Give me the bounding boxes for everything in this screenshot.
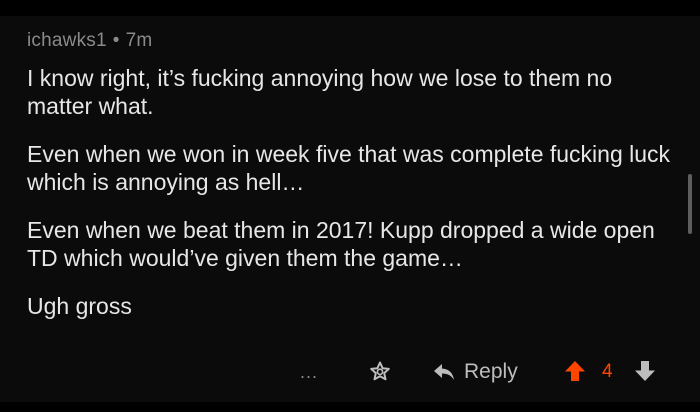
more-options-button[interactable]: ... [300, 362, 318, 383]
meta-separator: • [112, 30, 120, 51]
award-icon[interactable] [368, 360, 392, 384]
username[interactable]: ichawks1 [27, 30, 107, 51]
comment-card: ichawks1 • 7m I know right, it’s fucking a… [0, 16, 700, 402]
comment-meta: ichawks1 • 7m [27, 30, 152, 52]
comment-paragraph: I know right, it’s fucking annoying how … [27, 65, 613, 119]
comment-paragraph: Even when we beat them in 2017! Kupp dro… [27, 217, 655, 271]
comment-age: 7m [125, 30, 153, 51]
downvote-arrow-icon[interactable] [634, 360, 656, 382]
vote-score: 4 [602, 361, 613, 382]
reply-arrow-icon [434, 364, 454, 380]
reply-button[interactable]: Reply [432, 358, 518, 386]
comment-body: I know right, it’s fucking annoying how … [27, 64, 677, 340]
upvote-arrow-icon[interactable] [564, 360, 586, 382]
comment-actions: ... Reply 4 [0, 356, 700, 392]
scrollbar[interactable] [688, 174, 692, 234]
reply-label: Reply [464, 360, 518, 383]
comment-paragraph: Even when we won in week five that was c… [27, 141, 671, 195]
comment-paragraph: Ugh gross [27, 293, 132, 319]
